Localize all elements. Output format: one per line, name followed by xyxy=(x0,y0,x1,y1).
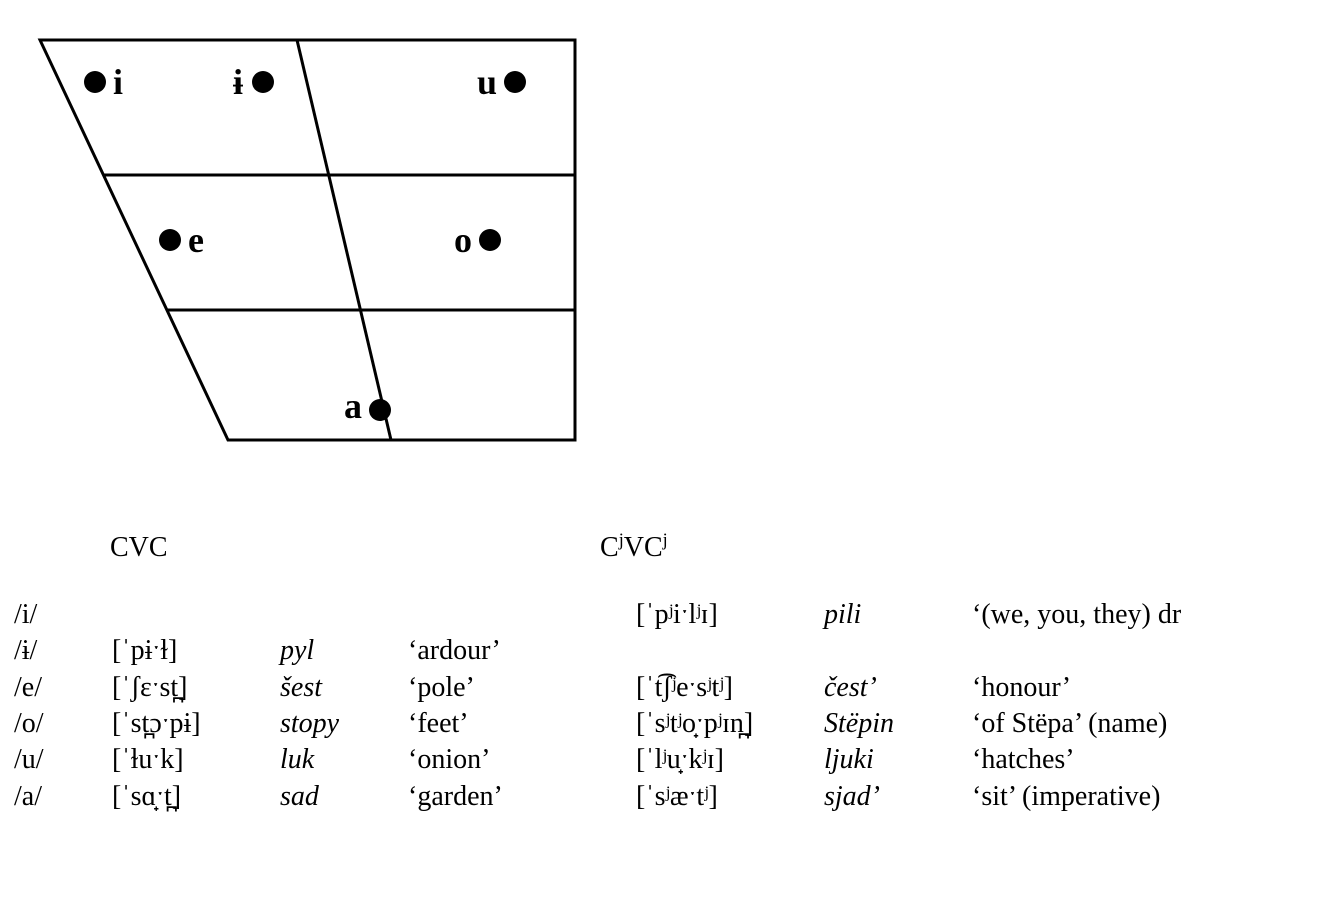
gloss-palatal: ‘of Stëpa’ (name) xyxy=(968,706,1185,742)
ipa-palatal xyxy=(632,633,820,669)
table-row: /e/[ˈʃɛˑst̪]šest‘pole’[ˈt͡ʃʲeˑsʲtʲ]čest’… xyxy=(10,670,1185,706)
gloss: ‘feet’ xyxy=(404,706,632,742)
gloss-palatal: ‘sit’ (imperative) xyxy=(968,779,1185,815)
romanization: sad xyxy=(276,779,404,815)
romanization: luk xyxy=(276,742,404,778)
ipa-plain: [ˈɫuˑk] xyxy=(108,742,276,778)
svg-text:a: a xyxy=(344,386,362,426)
ipa-palatal: [ˈsʲtʲo̟ˑpʲɪn̪] xyxy=(632,706,820,742)
gloss: ‘pole’ xyxy=(404,670,632,706)
gloss: ‘onion’ xyxy=(404,742,632,778)
table-row: /i/ [ˈpʲiˑlʲɪ]pili‘(we, you, they) dr xyxy=(10,597,1185,633)
ipa-plain: [ˈst̪ɔˑpɨ] xyxy=(108,706,276,742)
table-row: /ɨ/[ˈpɨˑɫ]pyl‘ardour’ xyxy=(10,633,1185,669)
header-cjvcj: CjVCj xyxy=(600,530,900,566)
gloss-palatal: ‘honour’ xyxy=(968,670,1185,706)
phoneme: /ɨ/ xyxy=(10,633,108,669)
gloss xyxy=(404,597,632,633)
ipa-palatal: [ˈlʲu̟ˑkʲɪ] xyxy=(632,742,820,778)
svg-text:u: u xyxy=(477,62,497,102)
gloss: ‘ardour’ xyxy=(404,633,632,669)
romanization-palatal: čest’ xyxy=(820,670,968,706)
table-row: /u/[ˈɫuˑk]luk‘onion’[ˈlʲu̟ˑkʲɪ]ljuki‘hat… xyxy=(10,742,1185,778)
svg-text:i: i xyxy=(113,62,123,102)
table-row: /a/[ˈsɑ̟ˑt̪]sad‘garden’[ˈsʲæˑtʲ]sjad’‘si… xyxy=(10,779,1185,815)
ipa-palatal: [ˈt͡ʃʲeˑsʲtʲ] xyxy=(632,670,820,706)
romanization-palatal: pili xyxy=(820,597,968,633)
gloss-palatal xyxy=(968,633,1185,669)
gloss-palatal: ‘hatches’ xyxy=(968,742,1185,778)
vowel-trapezoid: i ɨ u e o a xyxy=(20,20,1331,470)
romanization-palatal: ljuki xyxy=(820,742,968,778)
romanization-palatal: sjad’ xyxy=(820,779,968,815)
phoneme: /e/ xyxy=(10,670,108,706)
romanization-palatal: Stëpin xyxy=(820,706,968,742)
ipa-palatal: [ˈsʲæˑtʲ] xyxy=(632,779,820,815)
ipa-plain xyxy=(108,597,276,633)
gloss: ‘garden’ xyxy=(404,779,632,815)
svg-text:ɨ: ɨ xyxy=(233,62,243,102)
ipa-palatal: [ˈpʲiˑlʲɪ] xyxy=(632,597,820,633)
romanization: pyl xyxy=(276,633,404,669)
phoneme: /u/ xyxy=(10,742,108,778)
phonology-table: CVC CjVCj /i/ [ˈpʲiˑlʲɪ]pili‘(we, you, th… xyxy=(10,530,1331,815)
phoneme: /o/ xyxy=(10,706,108,742)
romanization-palatal xyxy=(820,633,968,669)
romanization: šest xyxy=(276,670,404,706)
phoneme: /a/ xyxy=(10,779,108,815)
svg-text:o: o xyxy=(454,220,472,260)
gloss-palatal: ‘(we, you, they) dr xyxy=(968,597,1185,633)
header-cvc: CVC xyxy=(110,530,600,566)
romanization xyxy=(276,597,404,633)
ipa-plain: [ˈsɑ̟ˑt̪] xyxy=(108,779,276,815)
ipa-plain: [ˈʃɛˑst̪] xyxy=(108,670,276,706)
table-row: /o/[ˈst̪ɔˑpɨ]stopy‘feet’[ˈsʲtʲo̟ˑpʲɪn̪]S… xyxy=(10,706,1185,742)
svg-text:e: e xyxy=(188,220,204,260)
phoneme: /i/ xyxy=(10,597,108,633)
romanization: stopy xyxy=(276,706,404,742)
ipa-plain: [ˈpɨˑɫ] xyxy=(108,633,276,669)
